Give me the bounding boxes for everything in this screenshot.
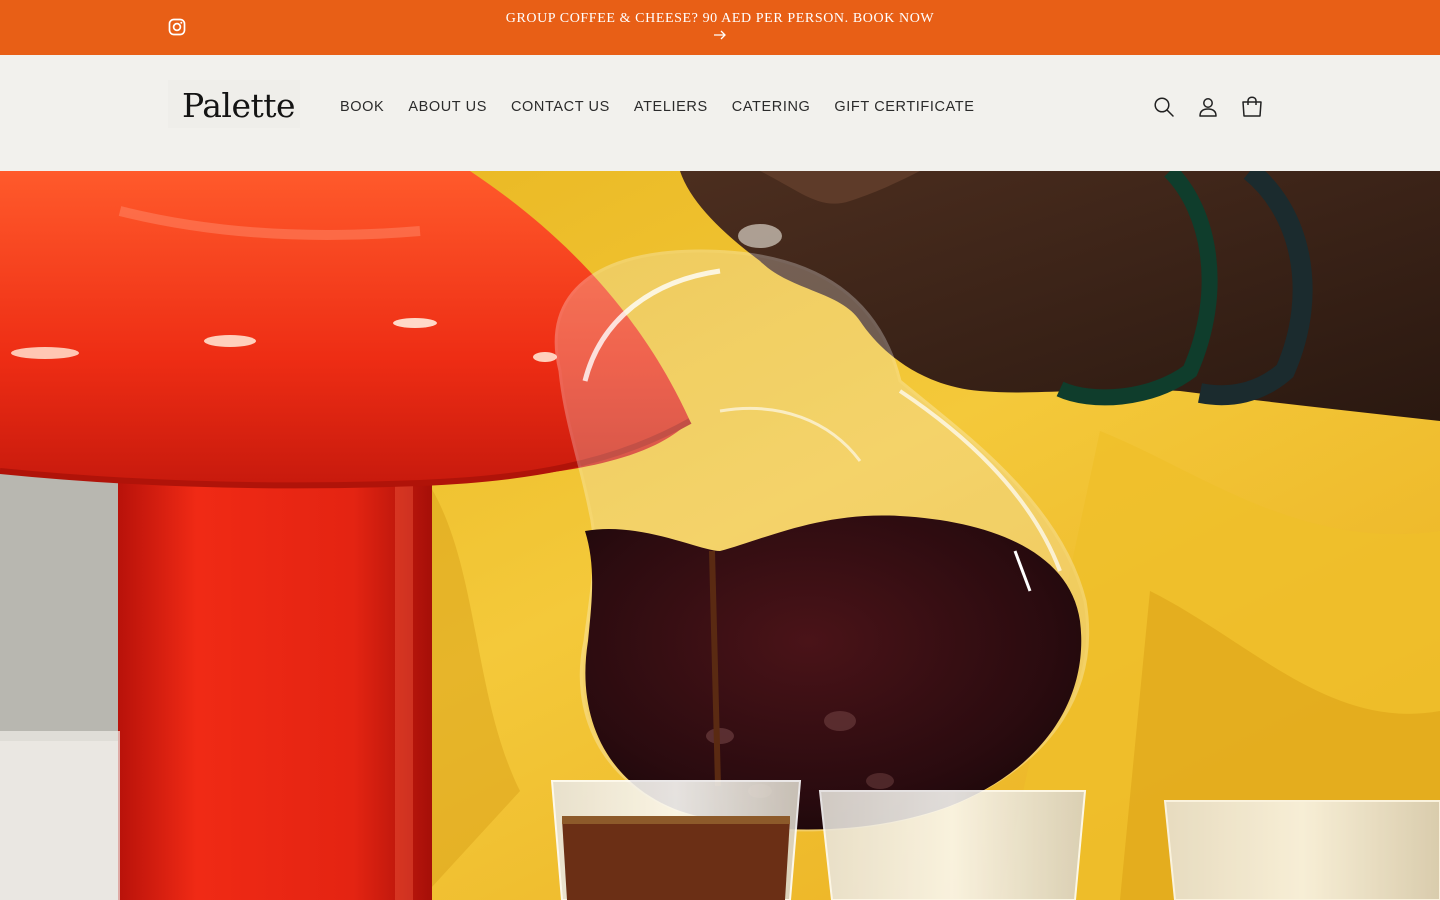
nav-contact-us[interactable]: CONTACT US (499, 96, 622, 118)
main-nav: BOOK ABOUT US CONTACT US ATELIERS CATERI… (328, 96, 987, 118)
cart-icon[interactable] (1240, 95, 1264, 119)
nav-ateliers[interactable]: ATELIERS (622, 96, 720, 118)
nav-gift-certificate[interactable]: GIFT CERTIFICATE (822, 96, 986, 118)
announcement-bar: GROUP COFFEE & CHEESE? 90 AED PER PERSON… (0, 0, 1440, 55)
logo[interactable]: Palette (168, 80, 300, 128)
account-icon[interactable] (1196, 95, 1220, 119)
nav-catering[interactable]: CATERING (720, 96, 823, 118)
announcement-text: GROUP COFFEE & CHEESE? 90 AED PER PERSON… (505, 11, 935, 26)
arrow-right-icon (714, 30, 726, 40)
logo-text: Palette (182, 86, 296, 125)
search-icon[interactable] (1152, 95, 1176, 119)
site-header: Palette BOOK ABOUT US CONTACT US ATELIER… (0, 55, 1440, 171)
announcement-link[interactable]: GROUP COFFEE & CHEESE? 90 AED PER PERSON… (0, 10, 1440, 41)
hero-image (0, 171, 1440, 900)
nav-about-us[interactable]: ABOUT US (396, 96, 499, 118)
nav-book[interactable]: BOOK (328, 96, 396, 118)
